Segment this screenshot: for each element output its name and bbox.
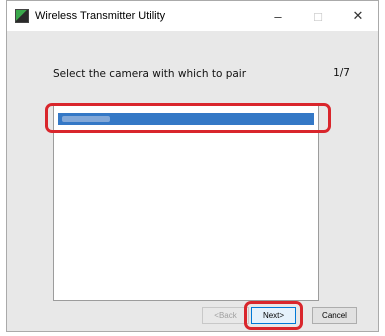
page-heading: Select the camera with which to pair [53, 68, 247, 80]
back-button[interactable]: <Back [202, 307, 249, 324]
maximize-button[interactable]: □ [298, 1, 338, 31]
camera-app-icon [15, 9, 29, 23]
window-controls: – □ ✕ [258, 1, 378, 31]
minimize-button[interactable]: – [258, 1, 298, 31]
callout-highlight-next [244, 301, 303, 330]
camera-list[interactable] [53, 105, 319, 301]
app-window: Wireless Transmitter Utility – □ ✕ Selec… [6, 0, 379, 332]
cancel-button[interactable]: Cancel [312, 307, 357, 324]
title-bar: Wireless Transmitter Utility – □ ✕ [7, 1, 378, 31]
callout-highlight-list [45, 103, 331, 133]
window-title: Wireless Transmitter Utility [35, 10, 166, 22]
step-indicator: 1/7 [333, 67, 350, 79]
dialog-content: Select the camera with which to pair 1/7… [7, 31, 378, 331]
close-button[interactable]: ✕ [338, 1, 378, 31]
